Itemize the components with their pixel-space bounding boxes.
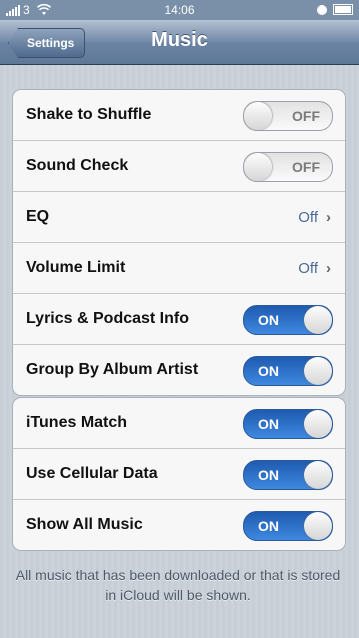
switch-state-text: ON bbox=[258, 312, 279, 328]
setting-label: Shake to Shuffle bbox=[26, 106, 152, 123]
battery-icon bbox=[333, 4, 353, 15]
setting-row-group-by-album-artist: Group By Album Artist ON bbox=[13, 345, 345, 395]
setting-label: Sound Check bbox=[26, 157, 129, 174]
setting-label: Group By Album Artist bbox=[26, 361, 199, 378]
setting-row-show-all-music: Show All Music ON bbox=[13, 500, 345, 550]
use-cellular-data-switch[interactable]: ON bbox=[243, 460, 333, 490]
switch-state-text: ON bbox=[258, 467, 279, 483]
status-time: 14:06 bbox=[164, 3, 195, 17]
setting-label: iTunes Match bbox=[26, 414, 128, 431]
footer-note: All music that has been downloaded or th… bbox=[15, 567, 341, 603]
switch-knob bbox=[304, 306, 332, 334]
eq-value: Off › bbox=[298, 209, 331, 226]
itunes-match-switch[interactable]: ON bbox=[243, 409, 333, 439]
chevron-right-icon: › bbox=[326, 208, 331, 226]
detail-value: Off bbox=[298, 259, 318, 277]
setting-row-itunes-match: iTunes Match ON bbox=[13, 398, 345, 449]
setting-row-shake-to-shuffle: Shake to Shuffle OFF bbox=[13, 90, 345, 141]
navigation-bar: Settings Music bbox=[0, 20, 359, 65]
switch-state-text: ON bbox=[258, 416, 279, 432]
status-bar: 3 14:06 bbox=[0, 0, 359, 20]
switch-knob bbox=[304, 512, 332, 540]
page-title: Music bbox=[151, 29, 208, 51]
volume-limit-value: Off › bbox=[298, 260, 331, 277]
sound-check-switch[interactable]: OFF bbox=[243, 152, 333, 182]
setting-label: Show All Music bbox=[26, 516, 143, 533]
switch-knob bbox=[304, 461, 332, 489]
setting-label: Volume Limit bbox=[26, 259, 126, 276]
setting-row-lyrics-podcast-info: Lyrics & Podcast Info ON bbox=[13, 294, 345, 345]
chevron-right-icon: › bbox=[326, 259, 331, 277]
switch-state-text: OFF bbox=[292, 159, 320, 175]
switch-state-text: ON bbox=[258, 518, 279, 534]
switch-knob bbox=[304, 357, 332, 385]
show-all-music-switch[interactable]: ON bbox=[243, 511, 333, 541]
switch-state-text: ON bbox=[258, 363, 279, 379]
setting-row-volume-limit[interactable]: Volume Limit Off › bbox=[13, 243, 345, 294]
setting-label: Lyrics & Podcast Info bbox=[26, 310, 189, 327]
setting-label: Use Cellular Data bbox=[26, 465, 158, 482]
detail-value: Off bbox=[298, 208, 318, 226]
status-indicators bbox=[317, 4, 353, 15]
lyrics-podcast-info-switch[interactable]: ON bbox=[243, 305, 333, 335]
switch-knob bbox=[304, 410, 332, 438]
setting-row-use-cellular-data: Use Cellular Data ON bbox=[13, 449, 345, 500]
shake-to-shuffle-switch[interactable]: OFF bbox=[243, 101, 333, 131]
switch-knob bbox=[244, 102, 272, 130]
setting-row-eq[interactable]: EQ Off › bbox=[13, 192, 345, 243]
setting-row-sound-check: Sound Check OFF bbox=[13, 141, 345, 192]
group-by-album-artist-switch[interactable]: ON bbox=[243, 356, 333, 386]
music-settings-group: Shake to Shuffle OFF Sound Check OFF EQ … bbox=[12, 89, 346, 396]
switch-state-text: OFF bbox=[292, 108, 320, 124]
orientation-lock-icon bbox=[317, 4, 327, 15]
setting-label: EQ bbox=[26, 208, 50, 225]
switch-knob bbox=[244, 153, 272, 181]
itunes-match-group: iTunes Match ON Use Cellular Data ON Sho… bbox=[12, 397, 346, 551]
